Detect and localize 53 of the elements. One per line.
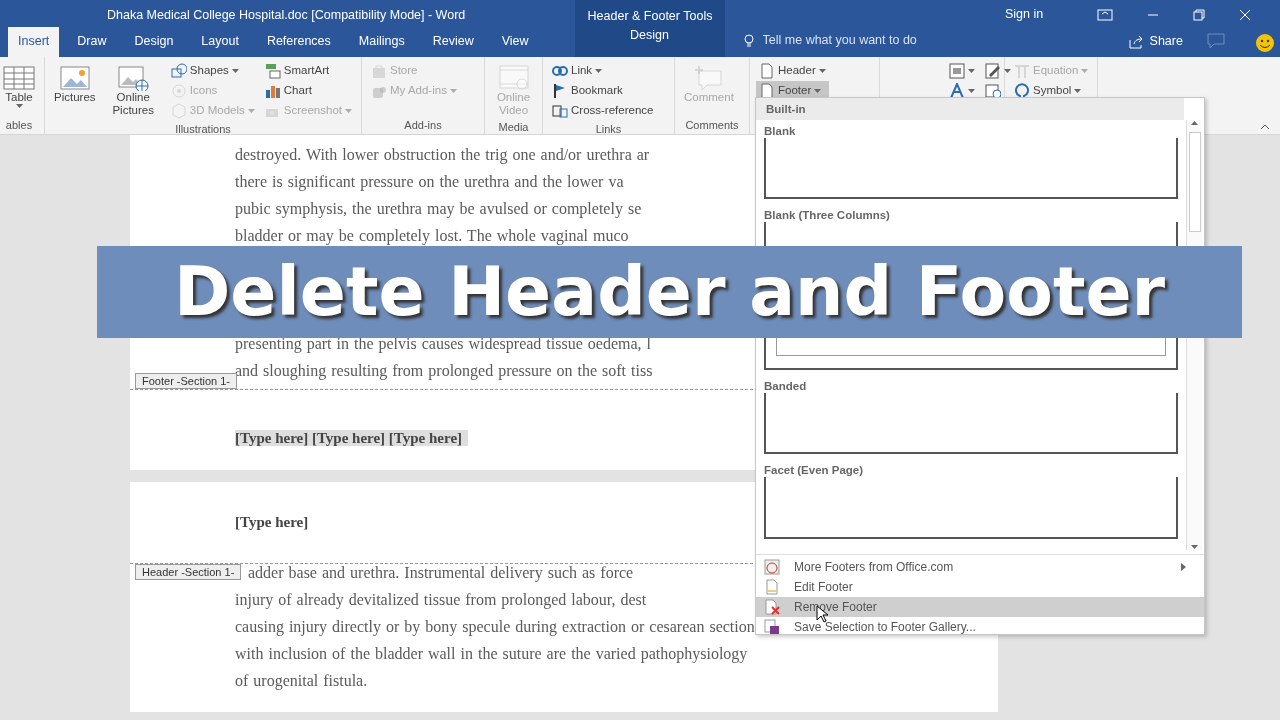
ribbon-button[interactable]: Header bbox=[756, 61, 829, 81]
ribbon-tab[interactable]: Insert bbox=[8, 27, 60, 57]
text-line: with inclusion of the bladder wall in the suture are the varied pathophysiology bbox=[235, 644, 748, 663]
ribbon-button[interactable]: Symbol bbox=[1011, 81, 1092, 101]
text-line: destroyed. With lower obstruction the trig one and/or urethra ar bbox=[235, 145, 650, 164]
text-line: bladder or may be completely lost. The whole vaginal muco bbox=[235, 226, 629, 245]
ribbon-tab[interactable]: References bbox=[256, 27, 341, 57]
gallery-item-label: Banded bbox=[763, 379, 808, 393]
text-line: injury of already devitalized tissue from prolonged labour, dest bbox=[235, 590, 647, 609]
search-field[interactable]: Tell me what you want to do bbox=[760, 30, 1011, 51]
group-label: Media bbox=[497, 120, 530, 136]
group-label: Illustrations bbox=[174, 122, 232, 137]
text-line: causing injury directly or by bony specule during extraction or cesarean section bbox=[235, 617, 755, 636]
ribbon-button[interactable]: SmartArt bbox=[261, 61, 355, 81]
text-line: pubic symphysis, the urethra may be avulsed or completely se bbox=[235, 199, 642, 218]
menu-item[interactable]: Save Selection to Footer Gallery... bbox=[756, 617, 1204, 637]
ribbon-button[interactable]: Chart bbox=[261, 81, 355, 101]
sign-in-link[interactable]: Sign in bbox=[995, 0, 1054, 30]
gallery-item-label: Blank bbox=[763, 124, 797, 138]
text-line: and sloughing resulting from prolonged pressure on the soft tiss bbox=[235, 361, 653, 380]
ribbon-tab[interactable]: Mailings bbox=[348, 27, 415, 57]
text-line: there is significant pressure on the urethra and the lower va bbox=[235, 172, 624, 191]
ribbon-tab[interactable]: Review bbox=[422, 27, 484, 57]
ribbon-button[interactable]: Pictures bbox=[51, 61, 99, 121]
ribbon-button[interactable]: Link bbox=[549, 61, 657, 81]
footer-text: [Type here] [Type here] [Type here] bbox=[235, 430, 469, 446]
menu-item[interactable]: More Footers from Office.com bbox=[756, 557, 1204, 577]
share-button[interactable]: Share bbox=[1117, 27, 1193, 57]
header-section-tag: Header -Section 1- bbox=[135, 564, 242, 580]
header-text: [Type here] bbox=[235, 514, 310, 530]
ribbon-button[interactable]: Bookmark bbox=[549, 81, 657, 101]
group-label: ables bbox=[4, 117, 34, 133]
group-label: Comments bbox=[684, 117, 740, 133]
ribbon-button[interactable]: Shapes bbox=[167, 61, 258, 81]
gallery-item-label: Facet (Even Page) bbox=[763, 463, 865, 477]
ribbon-tab[interactable]: View bbox=[491, 27, 539, 57]
ribbon-tab[interactable]: Design bbox=[124, 27, 184, 57]
window-title: Dhaka Medical College Hospital.doc [Compatibility Mode] - Word bbox=[107, 6, 467, 24]
text-line: of urogenital fistula. bbox=[235, 671, 368, 690]
text-line: adder base and urethra. Instrumental delivery such as force bbox=[248, 563, 634, 582]
footer-section-tag: Footer -Section 1- bbox=[135, 373, 238, 389]
gallery-heading: Built-in bbox=[756, 98, 1184, 120]
menu-item[interactable]: Edit Footer bbox=[756, 577, 1204, 597]
ribbon-tab[interactable]: Draw bbox=[67, 27, 117, 57]
ribbon-button[interactable]: Table bbox=[0, 61, 38, 117]
title-overlay: Delete Header and Footer bbox=[97, 246, 1242, 338]
ribbon-tab[interactable]: Layout bbox=[191, 27, 249, 57]
ribbon-button[interactable]: Cross-reference bbox=[549, 101, 657, 121]
group-label: Add-ins bbox=[403, 117, 443, 133]
group-label: Links bbox=[594, 122, 623, 137]
ribbon-button[interactable]: Online Pictures bbox=[102, 61, 164, 121]
context-tab-label: Header & Footer Tools bbox=[587, 8, 713, 24]
gallery-item-label: Blank (Three Columns) bbox=[763, 208, 891, 222]
